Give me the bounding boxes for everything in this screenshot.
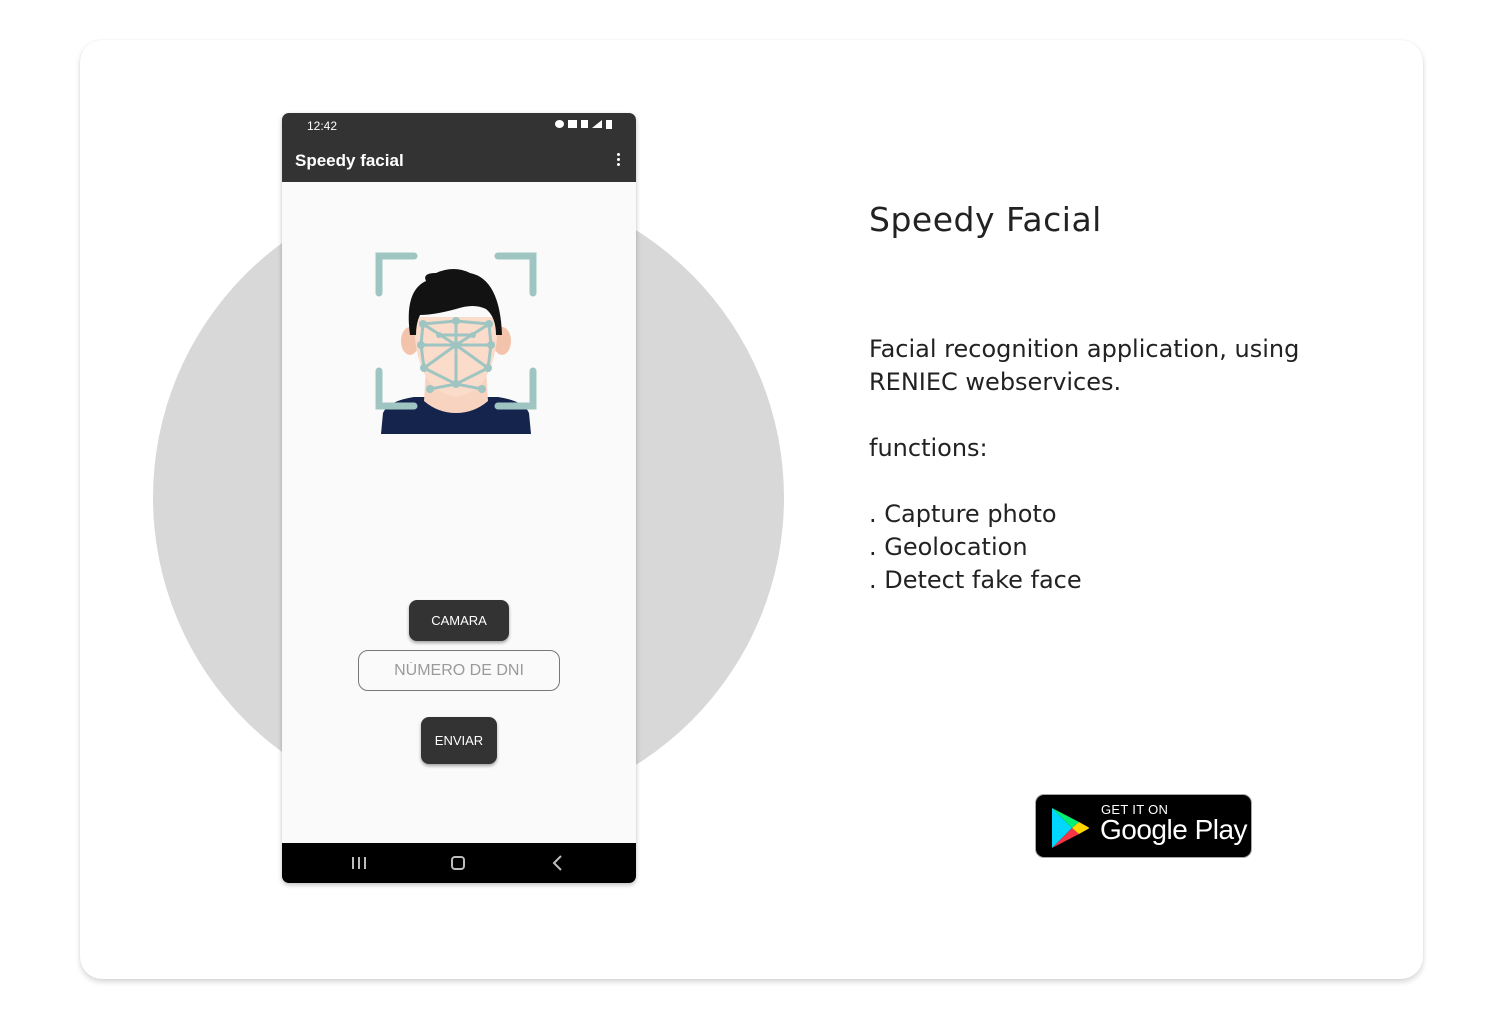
face-recognition-illustration: [375, 252, 537, 434]
camera-button[interactable]: CAMARA: [409, 600, 509, 641]
description-line: RENIEC webservices.: [869, 368, 1122, 396]
app-title: Speedy facial: [295, 151, 404, 170]
feature-item: . Detect fake face: [869, 566, 1082, 594]
google-play-logo-icon: [1052, 808, 1089, 848]
send-button[interactable]: ENVIAR: [421, 717, 497, 764]
functions-label: functions:: [869, 434, 988, 462]
more-vert-icon[interactable]: [612, 151, 624, 171]
feature-item: . Geolocation: [869, 533, 1028, 561]
back-icon[interactable]: [547, 853, 569, 873]
description-line: Facial recognition application, using: [869, 335, 1300, 363]
home-icon[interactable]: [447, 853, 469, 873]
feature-item: . Capture photo: [869, 500, 1057, 528]
app-bar: Speedy facial: [282, 137, 636, 182]
status-icons: [555, 118, 612, 130]
badge-big-text: Google Play: [1100, 814, 1248, 845]
status-bar: 12:42: [282, 113, 636, 137]
recent-apps-icon[interactable]: [348, 853, 370, 873]
phone-mockup: 12:42 Speedy facial CAMARA NÚMERO DE DNI…: [282, 113, 636, 883]
dni-input[interactable]: [358, 650, 560, 691]
app-description: Facial recognition application, using RE…: [869, 333, 1389, 597]
google-play-badge[interactable]: GET IT ON Google Play: [1035, 794, 1252, 858]
app-headline: Speedy Facial: [869, 200, 1102, 239]
navigation-bar: [282, 843, 636, 883]
status-time: 12:42: [307, 119, 338, 133]
